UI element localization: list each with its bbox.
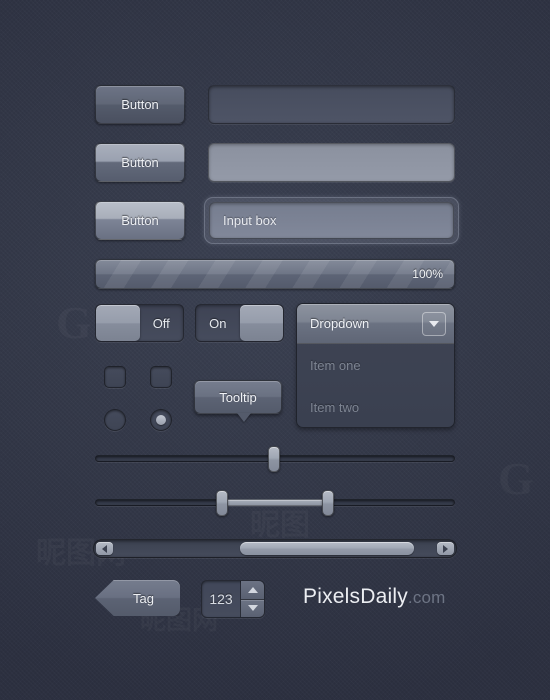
progress-bar: 100%: [95, 259, 455, 289]
number-stepper-buttons: [240, 581, 264, 617]
triangle-down-icon[interactable]: [241, 598, 264, 617]
brand-name: PixelsDaily: [303, 585, 408, 608]
watermark: G: [498, 452, 534, 505]
brand-tld: .com: [407, 588, 446, 607]
chevron-down-icon[interactable]: [422, 311, 446, 336]
tooltip-pointer-icon: [237, 413, 251, 422]
button-primary-hover[interactable]: Button: [95, 143, 185, 182]
text-input-empty[interactable]: [208, 85, 455, 124]
brand-logo: PixelsDaily.com: [303, 585, 446, 609]
tooltip-label: Tooltip: [219, 389, 257, 405]
slider-range-thumb-low[interactable]: [216, 490, 228, 516]
number-stepper-value[interactable]: 123: [202, 581, 240, 617]
slider-range-fill: [222, 499, 330, 506]
slider-single-thumb[interactable]: [268, 446, 280, 472]
dropdown-item[interactable]: Item one: [297, 344, 454, 386]
text-input-focus-ring: Input box: [204, 197, 459, 244]
slider-range-thumb-high[interactable]: [322, 490, 334, 516]
radio-selected[interactable]: [150, 409, 172, 431]
text-input-focused[interactable]: Input box: [209, 202, 454, 239]
arrow-left-icon[interactable]: [96, 542, 113, 555]
radio-dot-icon: [156, 415, 166, 425]
tag-button[interactable]: Tag: [95, 580, 180, 616]
horizontal-scrollbar[interactable]: [93, 539, 457, 558]
ui-kit-canvas: G G 昵图网 昵图 昵图网 Button Button Button Inpu…: [0, 0, 550, 700]
toggle-label-on: On: [209, 315, 227, 331]
progress-stripes: [96, 260, 454, 288]
toggle-knob[interactable]: [96, 305, 140, 341]
toggle-knob[interactable]: [239, 305, 283, 341]
toggle-switch-on[interactable]: On: [195, 304, 284, 342]
triangle-up-icon[interactable]: [241, 581, 264, 599]
text-input-light[interactable]: [208, 143, 455, 182]
scrollbar-thumb[interactable]: [240, 542, 414, 555]
dropdown-selected-label: Dropdown: [310, 316, 370, 331]
dropdown[interactable]: Dropdown Item one Item two: [296, 303, 455, 428]
progress-value-label: 100%: [412, 267, 443, 281]
watermark: 昵图: [250, 500, 310, 544]
button-primary-dark[interactable]: Button: [95, 85, 185, 124]
radio-unselected[interactable]: [104, 409, 126, 431]
number-stepper[interactable]: 123: [201, 580, 265, 618]
dropdown-header[interactable]: Dropdown: [297, 304, 454, 344]
watermark: G: [56, 296, 92, 349]
checkbox-unchecked[interactable]: [150, 366, 172, 388]
toggle-switch-off[interactable]: Off: [95, 304, 184, 342]
toggle-label-off: Off: [152, 315, 170, 331]
tooltip: Tooltip: [194, 380, 282, 422]
arrow-right-icon[interactable]: [437, 542, 454, 555]
button-primary-active[interactable]: Button: [95, 201, 185, 240]
dropdown-item[interactable]: Item two: [297, 386, 454, 427]
checkbox-unchecked[interactable]: [104, 366, 126, 388]
